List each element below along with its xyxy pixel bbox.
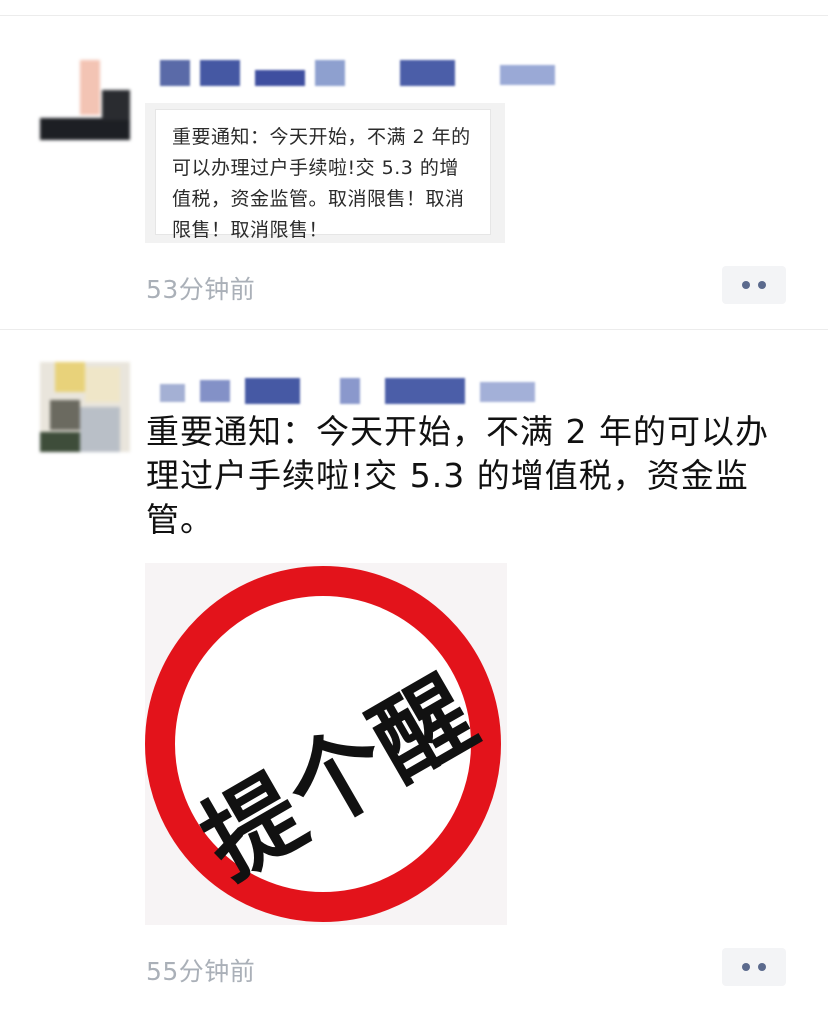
more-dots-icon <box>742 281 750 289</box>
post-timestamp: 55分钟前 <box>146 957 256 986</box>
avatar[interactable] <box>40 362 130 452</box>
top-divider <box>0 15 828 16</box>
shared-link-card[interactable]: 重要通知：今天开始，不满 2 年的可以办理过户手续啦!交 5.3 的增值税，资金… <box>145 103 505 243</box>
avatar[interactable] <box>40 50 130 140</box>
more-dots-icon-dot <box>758 963 766 971</box>
post-text: 重要通知：今天开始，不满 2 年的可以办理过户手续啦!交 5.3 的增值税，资金… <box>146 412 769 539</box>
post-timestamp: 53分钟前 <box>146 275 256 304</box>
more-button[interactable] <box>722 266 786 304</box>
post-image[interactable]: 提个醒 <box>145 563 507 925</box>
more-dots-icon <box>742 963 750 971</box>
user-name-blurred[interactable] <box>160 378 540 404</box>
shared-card-text: 重要通知：今天开始，不满 2 年的可以办理过户手续啦!交 5.3 的增值税，资金… <box>172 126 471 241</box>
shared-card-body: 重要通知：今天开始，不满 2 年的可以办理过户手续啦!交 5.3 的增值税，资金… <box>155 109 491 241</box>
user-name-blurred[interactable] <box>160 60 560 86</box>
post-divider <box>0 329 828 330</box>
more-button[interactable] <box>722 948 786 986</box>
more-dots-icon-dot <box>758 281 766 289</box>
